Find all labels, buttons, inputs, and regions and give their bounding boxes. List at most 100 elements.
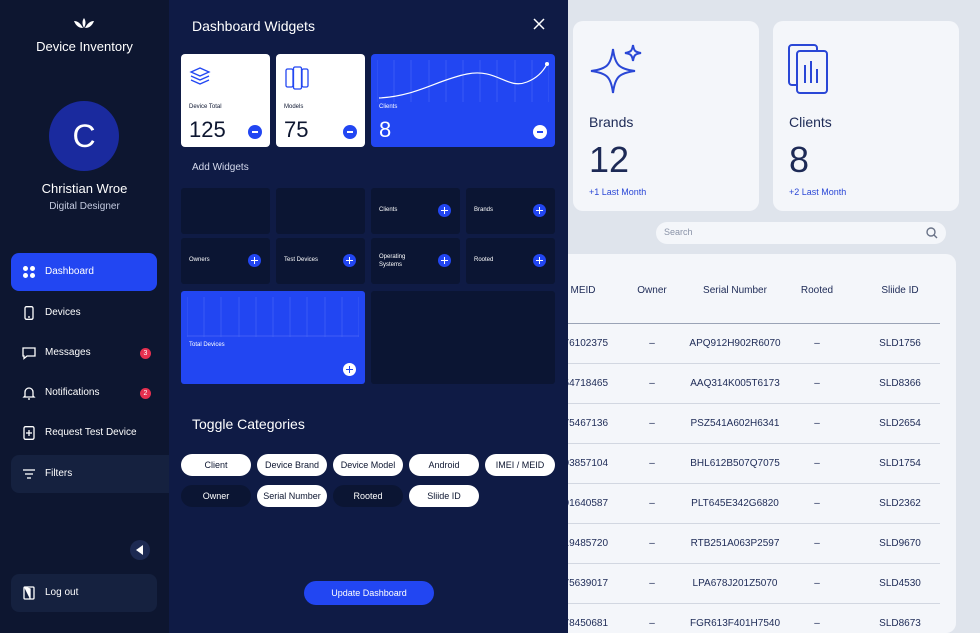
search-icon [926, 227, 938, 239]
table-cell-owner: – [649, 338, 655, 349]
nav-label: Messages [45, 347, 91, 358]
table-row[interactable]: 175467136– PSZ541A602H6341– SLD2654 [540, 404, 940, 444]
documents-icon [788, 44, 828, 94]
table-cell-owner: – [649, 378, 655, 389]
table-row[interactable]: 475639017– LPA678J201Z5070– SLD4530 [540, 564, 940, 604]
search-input[interactable]: Search [656, 222, 946, 244]
search-placeholder: Search [664, 227, 693, 237]
logout-button[interactable]: Log out [11, 574, 157, 612]
nav-item-devices[interactable]: Devices [11, 294, 157, 332]
add-widget-clients[interactable]: Clients [371, 188, 460, 234]
table-cell-rooted: – [814, 618, 820, 629]
toggle-categories-heading: Toggle Categories [192, 416, 305, 432]
bell-icon [22, 387, 36, 400]
brands-card: Brands 12 +1 Last Month [573, 21, 759, 211]
table-cell-serial: APQ912H902R6070 [689, 338, 781, 349]
table-cell-rooted: – [814, 498, 820, 509]
slot-label: Owners [189, 257, 210, 263]
add-widgets-heading: Add Widgets [192, 162, 249, 173]
table-cell-rooted: – [814, 418, 820, 429]
widget-models[interactable]: Models 75 [276, 54, 365, 147]
empty-widget-slot [371, 291, 555, 384]
app-title: Device Inventory [36, 39, 133, 54]
nav-item-filters[interactable]: Filters [11, 455, 169, 493]
table-cell-serial: PSZ541A602H6341 [690, 418, 780, 429]
category-toggle-device-model[interactable]: Device Model [333, 454, 403, 476]
add-widget-brands[interactable]: Brands [466, 188, 555, 234]
add-widget-button[interactable] [438, 204, 451, 217]
header-meid[interactable]: MEID [571, 285, 596, 296]
sidebar: Device Inventory C Christian Wroe Digita… [0, 0, 169, 633]
add-widget-button[interactable] [248, 254, 261, 267]
table-cell-sliide-id: SLD8673 [879, 618, 921, 629]
logout-door-icon [23, 586, 35, 600]
table-cell-sliide-id: SLD1754 [879, 458, 921, 469]
nav-item-dashboard[interactable]: Dashboard [11, 253, 157, 291]
clients-card-change: +2 Last Month [789, 187, 847, 197]
category-toggle-owner[interactable]: Owner [181, 485, 251, 507]
table-cell-rooted: – [814, 378, 820, 389]
category-toggle-client[interactable]: Client [181, 454, 251, 476]
phones-icon [285, 66, 309, 90]
remove-widget-button[interactable] [343, 125, 357, 139]
slot-label-line: Systems [379, 262, 403, 268]
category-toggle-imei[interactable]: IMEI / MEID [485, 454, 555, 476]
add-widget-button[interactable] [343, 363, 356, 376]
slot-label: Rooted [474, 257, 494, 263]
header-sliide-id[interactable]: Sliide ID [881, 285, 918, 296]
widget-clients[interactable]: Clients 8 [371, 54, 555, 147]
table-cell-rooted: – [814, 458, 820, 469]
nav-label: Dashboard [45, 266, 94, 277]
table-row[interactable]: 954718465– AAQ314K005T6173– SLD8366 [540, 364, 940, 404]
header-owner[interactable]: Owner [637, 285, 666, 296]
header-rooted[interactable]: Rooted [801, 285, 833, 296]
category-toggle-rooted[interactable]: Rooted [333, 485, 403, 507]
add-widget-owners[interactable]: Owners [181, 238, 270, 284]
category-toggle-serial-number[interactable]: Serial Number [257, 485, 327, 507]
add-widget-total-devices[interactable]: Total Devices [181, 291, 365, 384]
collapse-sidebar-button[interactable] [130, 540, 150, 560]
add-widget-operating-systems[interactable]: Operating Systems [371, 238, 460, 284]
nav-item-request-test-device[interactable]: Request Test Device [11, 414, 157, 452]
add-widget-button[interactable] [343, 254, 356, 267]
add-widget-button[interactable] [438, 254, 451, 267]
add-widget-test-devices[interactable]: Test Devices [276, 238, 365, 284]
avatar[interactable]: C [49, 101, 119, 171]
table-row[interactable]: 278450681– FGR613F401H7540– SLD8673 [540, 604, 940, 633]
remove-widget-button[interactable] [248, 125, 262, 139]
table-row[interactable]: 619485720– RTB251A063P2597– SLD9670 [540, 524, 940, 564]
close-icon[interactable] [532, 17, 546, 31]
remove-widget-button[interactable] [533, 125, 547, 139]
brands-card-value: 12 [589, 139, 630, 180]
table-cell-sliide-id: SLD4530 [879, 578, 921, 589]
table-cell-sliide-id: SLD1756 [879, 338, 921, 349]
update-dashboard-button[interactable]: Update Dashboard [304, 581, 434, 605]
add-widget-button[interactable] [533, 204, 546, 217]
category-toggle-android[interactable]: Android [409, 454, 479, 476]
table-cell-owner: – [649, 498, 655, 509]
widget-value: 8 [379, 117, 392, 142]
add-widget-rooted[interactable]: Rooted [466, 238, 555, 284]
widget-value: 125 [189, 117, 226, 142]
table-cell-sliide-id: SLD2654 [879, 418, 921, 429]
table-row[interactable]: 201640587– PLT645E342G6820– SLD2362 [540, 484, 940, 524]
chevron-left-icon [136, 545, 143, 555]
category-toggle-sliide-id[interactable]: Sliide ID [409, 485, 479, 507]
table-row[interactable]: 503857104– BHL612B507Q7075– SLD1754 [540, 444, 940, 484]
nav-item-messages[interactable]: Messages 3 [11, 334, 157, 372]
widget-device-total[interactable]: Device Total 125 [181, 54, 270, 147]
user-role: Digital Designer [49, 201, 120, 212]
filter-icon [23, 469, 35, 479]
table-cell-rooted: – [814, 338, 820, 349]
nav-item-notifications[interactable]: Notifications 2 [11, 374, 157, 412]
slot-label: Brands [474, 207, 494, 213]
slot-label: Operating Systems [379, 253, 405, 269]
category-toggle-device-brand[interactable]: Device Brand [257, 454, 327, 476]
header-serial-number[interactable]: Serial Number [703, 285, 767, 296]
table-cell-sliide-id: SLD8366 [879, 378, 921, 389]
chat-icon [22, 347, 36, 360]
panel-title: Dashboard Widgets [192, 18, 315, 34]
add-widget-button[interactable] [533, 254, 546, 267]
table-row[interactable]: 576102375– APQ912H902R6070– SLD1756 [540, 324, 940, 364]
messages-count-badge: 3 [140, 348, 151, 359]
